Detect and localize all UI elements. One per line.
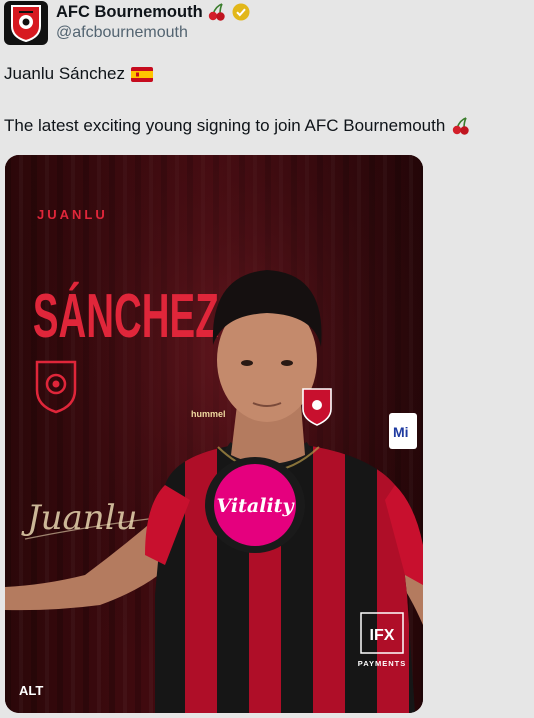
tweet-header: AFC Bournemouth @afcbournemouth [4,0,530,50]
tweet-media-image[interactable]: JUANLU SÁNCHEZ Juanlu hummel Mi Vitality… [5,155,423,713]
svg-text:Vitality: Vitality [217,495,296,517]
profile-avatar[interactable] [4,1,48,45]
sleeve-sponsor-logo: Mi [389,413,417,449]
player-name-text: Juanlu Sánchez [4,64,125,83]
cherries-icon [208,3,225,21]
afc-bournemouth-crest-icon [11,5,41,42]
player-signature: Juanlu [21,498,137,538]
player-signing-poster: JUANLU SÁNCHEZ Juanlu hummel Mi Vitality… [5,155,423,713]
alt-text-badge[interactable]: ALT [19,683,43,698]
kit-brand-logo: hummel [191,409,226,419]
tweet-body-text: The latest exciting young signing to joi… [4,116,446,135]
tweet-text-line-2: The latest exciting young signing to joi… [4,116,471,136]
verified-gold-badge-icon[interactable] [231,2,251,22]
svg-text:IFX: IFX [370,627,395,644]
account-handle[interactable]: @afcbournemouth [56,24,188,42]
svg-text:PAYMENTS: PAYMENTS [358,659,406,668]
tweet-text-line-1: Juanlu Sánchez [4,64,153,84]
poster-last-name: SÁNCHEZ [33,281,219,351]
shirt-crest-icon [302,388,332,426]
cherries-icon [453,117,470,135]
svg-text:Mi: Mi [393,424,409,440]
shirt-sponsor-logo: Vitality [205,457,305,553]
display-name[interactable]: AFC Bournemouth [56,3,203,22]
spain-flag-icon [130,66,153,82]
poster-first-name: JUANLU [37,207,108,222]
